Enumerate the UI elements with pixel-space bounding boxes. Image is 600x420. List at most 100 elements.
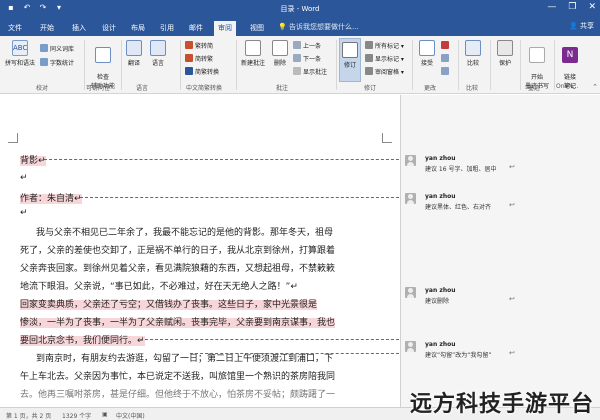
show-markup-label: 显示标记 (375, 56, 400, 63)
group-label-language: 语言 (136, 85, 149, 92)
comment-text: 建议 16 号字、加粗、居中 (425, 166, 497, 173)
collapse-ribbon-icon[interactable]: ⌃ (592, 83, 598, 91)
language-button[interactable]: 语言 (148, 40, 168, 67)
language-status[interactable]: 中文(中国) (116, 411, 145, 420)
previous-comment-label: 上一条 (303, 43, 322, 50)
simp-to-trad-button[interactable]: 简转繁 (185, 54, 213, 63)
reviewing-pane-dropdown[interactable]: 审阅窗格 ▾ (365, 67, 404, 76)
doc-line: 作者：朱自清↵ (20, 191, 82, 204)
new-comment-icon (245, 40, 261, 56)
spelling-label: 拼写和语法 (4, 60, 35, 67)
translate-button[interactable]: 翻译 (124, 40, 144, 67)
page-count[interactable]: 第 1 页，共 2 页 (6, 411, 51, 420)
trad-to-simp-icon (185, 41, 193, 49)
new-comment-button[interactable]: 新建批注 (240, 40, 266, 67)
maximize-button[interactable]: ❐ (568, 2, 576, 12)
group-label-comments: 批注 (276, 85, 289, 92)
ribbon-divider (84, 40, 85, 90)
ribbon-divider (554, 40, 555, 90)
reviewing-pane-icon (365, 67, 373, 75)
trad-to-simp-button[interactable]: 繁转简 (185, 41, 213, 50)
avatar (405, 193, 416, 204)
tab-design[interactable]: 设计 (98, 21, 120, 36)
accept-button[interactable]: 接受 (416, 40, 438, 67)
lock-icon (497, 40, 513, 56)
doc-line: ↵ (20, 173, 28, 183)
show-markup-dropdown[interactable]: 显示标记 ▾ (365, 54, 404, 63)
previous-comment-button[interactable]: 上一条 (293, 41, 321, 50)
spelling-grammar-button[interactable]: ABC 拼写和语法 (3, 40, 37, 67)
track-changes-button[interactable]: 修订 (339, 38, 361, 82)
doc-text: 回家变卖典质，父亲还了亏空；又借钱办了丧事。这些日子，家中光景很是 (20, 300, 318, 310)
doc-line: 回家变卖典质，父亲还了亏空；又借钱办了丧事。这些日子，家中光景很是 (20, 297, 318, 310)
proofing-status-icon[interactable]: ▣ (102, 411, 108, 418)
word-count[interactable]: 1329 个字 (62, 411, 91, 420)
doc-line: 我与父亲不相见已二年余了，我最不能忘记的是他的背影。那年冬天，祖母 (36, 228, 334, 238)
reject-button[interactable] (441, 41, 451, 50)
tab-home[interactable]: 开始 (36, 21, 58, 36)
avatar (405, 287, 416, 298)
language-icon (150, 40, 166, 56)
markup-label: 所有标记 (375, 43, 400, 50)
thesaurus-button[interactable]: 同义词库 (40, 44, 74, 53)
title-bar: ▪ ↶ ↷ ▾ 目录 - Word — ❐ ✕ (0, 0, 600, 18)
group-label-ink: 墨迹 (528, 85, 541, 92)
ribbon-divider (458, 40, 459, 90)
show-comments-button[interactable]: 显示批注 (293, 67, 327, 76)
next-change-button[interactable] (441, 67, 451, 76)
ribbon-divider (336, 40, 337, 90)
chinese-convert-icon (185, 67, 193, 75)
tab-file[interactable]: 文件 (4, 21, 26, 36)
chinese-convert-button[interactable]: 简繁转换 (185, 67, 219, 76)
share-label: 共享 (580, 22, 594, 30)
minimize-button[interactable]: — (547, 2, 556, 12)
next-comment-button[interactable]: 下一条 (293, 54, 321, 63)
tab-mailings[interactable]: 邮件 (185, 21, 207, 36)
share-button[interactable]: 👤 共享 (569, 21, 594, 31)
thesaurus-icon (40, 44, 48, 52)
reply-icon[interactable]: ↩ (509, 201, 515, 209)
compare-button[interactable]: 比较 (462, 40, 484, 67)
doc-line: 死了，父亲的差使也交卸了，正是祸不单行的日子，我从北京到徐州，打算跟着 (20, 246, 336, 256)
avatar (405, 341, 416, 352)
window-controls: — ❐ ✕ (547, 2, 596, 12)
previous-change-icon (441, 54, 449, 62)
translate-label: 翻译 (127, 60, 140, 67)
markup-pane (400, 95, 600, 407)
tab-review[interactable]: 审阅 (214, 21, 236, 36)
tab-insert[interactable]: 插入 (68, 21, 90, 36)
tab-view[interactable]: 视图 (246, 21, 268, 36)
reply-icon[interactable]: ↩ (509, 295, 515, 303)
group-label-chinese: 中文简繁转换 (186, 85, 223, 92)
delete-comment-button[interactable]: 删除 (270, 40, 290, 67)
delete-comment-icon (272, 40, 288, 56)
pen-icon (529, 47, 545, 63)
tab-references[interactable]: 引用 (156, 21, 178, 36)
doc-text: 作者：朱自清↵ (20, 194, 82, 204)
language-label: 语言 (151, 60, 164, 67)
close-button[interactable]: ✕ (588, 2, 596, 12)
protect-button[interactable]: 保护 (494, 40, 516, 67)
previous-change-button[interactable] (441, 54, 451, 63)
crop-mark (382, 133, 392, 143)
document-page[interactable]: 背影↵ ↵ 作者：朱自清↵ ↵ 我与父亲不相见已二年余了，我最不能忘记的是他的背… (0, 95, 400, 407)
tell-me-search[interactable]: 💡 告诉我您想要做什么... (278, 22, 359, 32)
onenote-icon: N (562, 47, 578, 63)
word-count-button[interactable]: 字数统计 (40, 58, 74, 67)
group-label-accessibility: 可访问性 (86, 85, 111, 92)
ribbon-divider (412, 40, 413, 90)
comment-author: yan zhou (425, 193, 456, 200)
accessibility-icon (95, 47, 111, 63)
avatar (405, 155, 416, 166)
tab-layout[interactable]: 布局 (127, 21, 149, 36)
ribbon-divider (490, 40, 491, 90)
doc-line: 父亲奔丧回家。到徐州见着父亲，看见满院狼藉的东西，又想起祖母，不禁簌簌 (20, 264, 336, 274)
next-change-icon (441, 67, 449, 75)
reply-icon[interactable]: ↩ (509, 163, 515, 171)
chinese-convert-label: 简繁转换 (195, 69, 220, 76)
ribbon-divider (236, 40, 237, 90)
reply-icon[interactable]: ↩ (509, 349, 515, 357)
markup-dropdown[interactable]: 所有标记 ▾ (365, 41, 404, 50)
doc-line: 要回北京念书，我们便同行。↵ (20, 333, 145, 346)
compare-label: 比较 (466, 60, 479, 67)
